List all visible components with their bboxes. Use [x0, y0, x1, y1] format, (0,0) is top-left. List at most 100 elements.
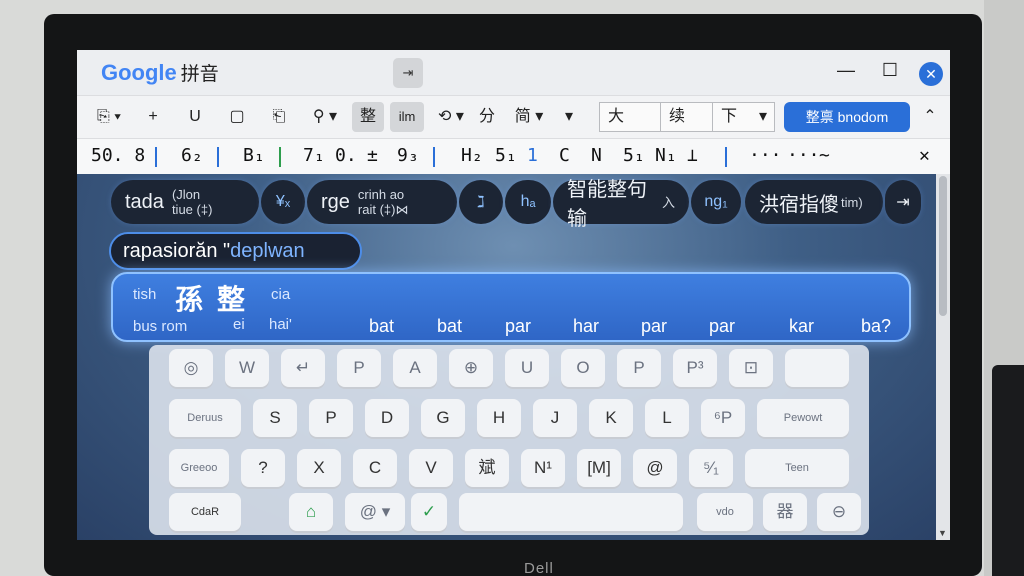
key[interactable]: D [365, 399, 409, 437]
key[interactable]: A [393, 349, 437, 387]
suggestion-chip[interactable]: hₐ [505, 180, 551, 224]
suggestion-chip[interactable]: rge crinh ao rait (‡)⋈ [307, 180, 457, 224]
emoji-menu-key[interactable]: @ ▾ [345, 493, 405, 531]
key[interactable]: P [617, 349, 661, 387]
home-icon[interactable]: ⌂ [289, 493, 333, 531]
collapse-button[interactable]: ⌃ [919, 102, 941, 132]
candidate-item[interactable]: 5₁ [495, 145, 517, 166]
panel-word[interactable]: har [573, 316, 599, 337]
ilm-button[interactable]: ilm [390, 102, 424, 132]
candidate-item[interactable]: 0. [335, 145, 357, 166]
scrollbar-thumb[interactable] [939, 176, 947, 316]
more-dropdown-button[interactable]: ▾ [557, 102, 581, 132]
suggestion-chip[interactable]: ℷ [459, 180, 503, 224]
key[interactable] [785, 349, 849, 387]
copy-menu-button[interactable]: ⎘ ▾ [89, 102, 129, 132]
key[interactable]: Deruus [169, 399, 241, 437]
frame-button[interactable]: ▢ [223, 102, 251, 132]
panel-word[interactable]: bat [369, 316, 394, 337]
key[interactable]: Pewowt [757, 399, 849, 437]
key[interactable]: Greeoo [169, 449, 229, 487]
candidate-item[interactable]: 9₃ [397, 145, 419, 166]
key[interactable]: 斌 [465, 449, 509, 487]
key[interactable]: CdaR [169, 493, 241, 531]
panel-candidate[interactable]: 孫 [175, 278, 203, 318]
primary-action-button[interactable]: 整禀 bnodom [784, 102, 910, 132]
candidate-item[interactable]: ⊥ [687, 145, 698, 166]
key[interactable]: G [421, 399, 465, 437]
candidate-item[interactable]: H₂ [461, 145, 483, 166]
key[interactable]: S [253, 399, 297, 437]
key[interactable]: N¹ [521, 449, 565, 487]
maximize-button[interactable]: ☐ [877, 60, 903, 81]
key[interactable]: ? [241, 449, 285, 487]
key[interactable]: V [409, 449, 453, 487]
refresh-menu-button[interactable]: ⟲ ▾ [431, 102, 471, 132]
composition-input[interactable]: rapasiorăn "deplwan [109, 232, 362, 270]
candidate-item[interactable]: C [559, 145, 570, 166]
key[interactable]: J [533, 399, 577, 437]
candidate-item[interactable]: 5₁ [623, 145, 645, 166]
close-strip-button[interactable]: ✕ [919, 145, 930, 166]
key[interactable]: @ [633, 449, 677, 487]
panel-candidate[interactable]: 整 [217, 278, 245, 318]
minimize-button[interactable]: — [833, 60, 859, 81]
panel-word[interactable]: ba? [861, 316, 891, 337]
panel-word[interactable]: kar [789, 316, 814, 337]
search-menu-button[interactable]: ⚲ ▾ [305, 102, 345, 132]
key[interactable]: ⁵⁄₁ [689, 449, 733, 487]
candidate-item[interactable]: 50. 8 [91, 145, 145, 166]
candidate-item[interactable]: 6₂ [181, 145, 203, 166]
suggestion-chip[interactable]: ⇥ [885, 180, 921, 224]
candidate-item[interactable]: 1 [527, 145, 538, 166]
candidate-item[interactable]: N [591, 145, 602, 166]
panel-word[interactable]: par [709, 316, 735, 337]
check-icon[interactable]: ✓ [411, 493, 447, 531]
key[interactable]: U [505, 349, 549, 387]
key[interactable]: 器 [763, 493, 807, 531]
candidate-item[interactable]: ± [367, 145, 378, 166]
key[interactable]: ↵ [281, 349, 325, 387]
key[interactable]: Teen [745, 449, 849, 487]
add-button[interactable]: + [139, 102, 167, 132]
panel-word[interactable]: bat [437, 316, 462, 337]
switch-mode-button[interactable]: ⇥ [393, 58, 423, 88]
full-width-button[interactable]: 整 [352, 102, 384, 132]
suggestion-chip[interactable]: ng₁ [691, 180, 741, 224]
tilde-icon[interactable]: ~ [819, 145, 830, 166]
suggestion-chip[interactable]: 洪宿指傻 tim) [745, 180, 883, 224]
scrollbar[interactable]: ▼ [936, 174, 950, 540]
key[interactable]: [M] [577, 449, 621, 487]
suggestion-chip[interactable]: ¥ₓ [261, 180, 305, 224]
scroll-down-arrow-icon[interactable]: ▼ [938, 528, 947, 538]
key[interactable]: H [477, 399, 521, 437]
split-button[interactable]: 分 [473, 102, 501, 132]
key[interactable]: C [353, 449, 397, 487]
key[interactable]: vdo [697, 493, 753, 531]
suggestion-chip[interactable]: tada (Jlon tiue (‡) [111, 180, 259, 224]
key[interactable]: L [645, 399, 689, 437]
key[interactable]: ⊖ [817, 493, 861, 531]
more-candidates-icon[interactable]: ··· [787, 145, 820, 166]
candidate-item[interactable]: B₁ [243, 145, 265, 166]
key[interactable]: ◎ [169, 349, 213, 387]
close-button[interactable]: ✕ [919, 62, 943, 86]
key[interactable]: ⊡ [729, 349, 773, 387]
candidate-item[interactable]: 7₁ [303, 145, 325, 166]
key[interactable]: X [297, 449, 341, 487]
font-selector[interactable]: 大 续 下 ▾ [599, 102, 775, 132]
key[interactable]: W [225, 349, 269, 387]
underline-button[interactable]: U [181, 102, 209, 132]
key[interactable]: O [561, 349, 605, 387]
key[interactable]: K [589, 399, 633, 437]
candidate-item[interactable]: N₁ [655, 145, 677, 166]
key[interactable]: P [337, 349, 381, 387]
panel-word[interactable]: par [641, 316, 667, 337]
suggestion-chip[interactable]: 智能整句输 入 [553, 179, 689, 230]
key[interactable]: P³ [673, 349, 717, 387]
key[interactable]: ⊕ [449, 349, 493, 387]
simplified-menu-button[interactable]: 简 ▾ [507, 102, 551, 132]
panel-word[interactable]: par [505, 316, 531, 337]
key[interactable]: P [309, 399, 353, 437]
paste-button[interactable]: ⎗ [265, 102, 293, 132]
